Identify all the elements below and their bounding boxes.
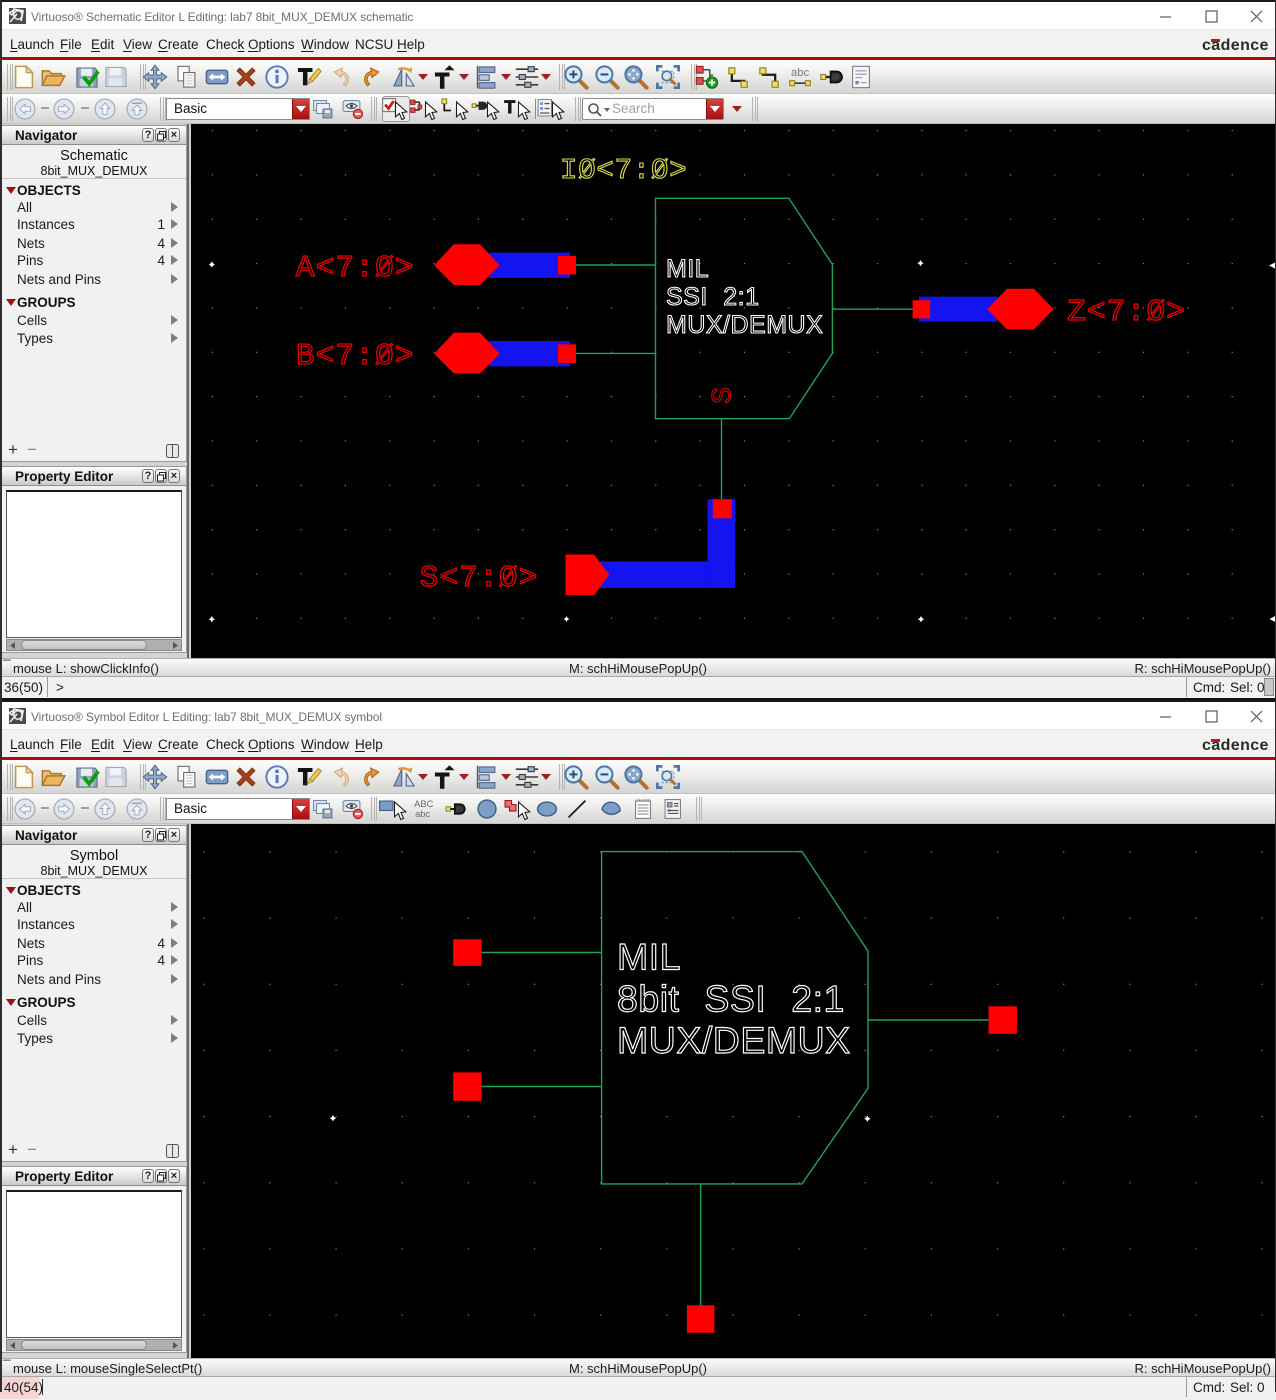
svg-text:MUX/DEMUX: MUX/DEMUX	[617, 1019, 851, 1061]
svg-text:B<7:Ø>: B<7:Ø>	[296, 339, 415, 374]
svg-text:S: S	[709, 387, 740, 404]
svg-text:IØ<7:Ø>: IØ<7:Ø>	[560, 154, 687, 187]
svg-text:MIL: MIL	[666, 255, 709, 283]
svg-text:Z<7:Ø>: Z<7:Ø>	[1067, 295, 1186, 330]
svg-text:A<7:Ø>: A<7:Ø>	[296, 251, 415, 286]
svg-text:MUX/DEMUX: MUX/DEMUX	[666, 311, 823, 339]
svg-text:8bit SSI 2:1: 8bit SSI 2:1	[617, 978, 845, 1020]
svg-text:MIL: MIL	[617, 935, 681, 977]
svg-text:S<7:Ø>: S<7:Ø>	[420, 561, 539, 596]
svg-text:SSI 2:1: SSI 2:1	[666, 283, 760, 311]
